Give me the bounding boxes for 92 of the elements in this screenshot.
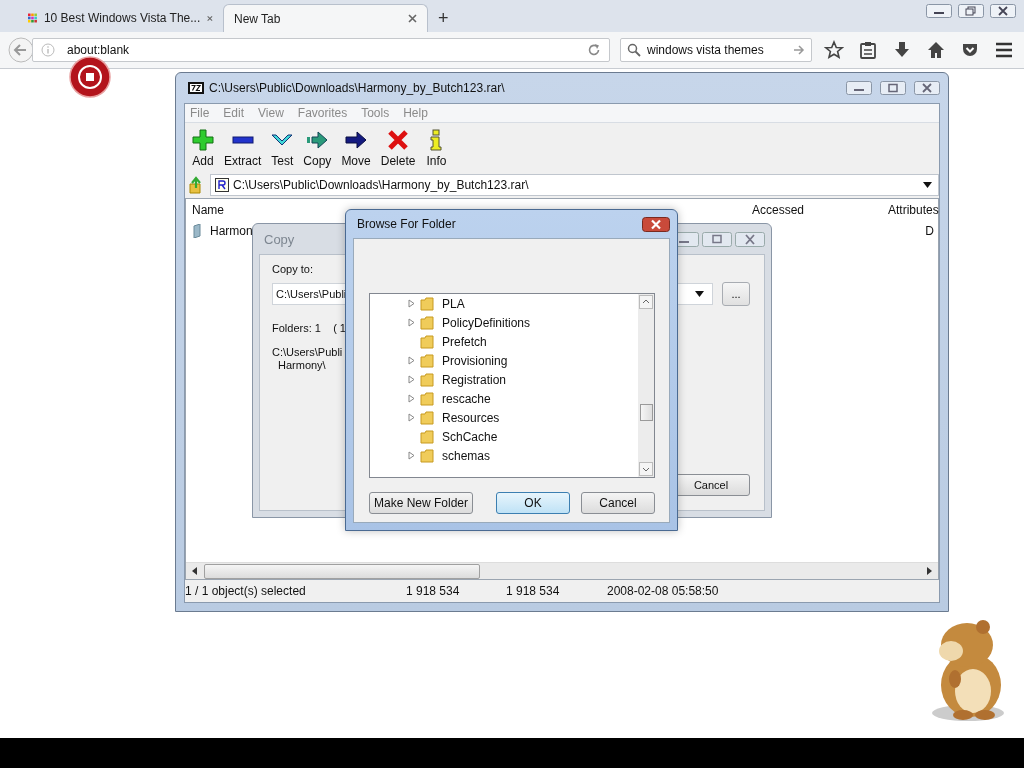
search-field[interactable]: windows vista themes	[620, 38, 812, 62]
window-title: C:\Users\Public\Downloads\Harmony_by_Butch123.rar\	[209, 81, 505, 95]
expand-icon[interactable]	[408, 318, 415, 327]
tree-item[interactable]: PLA	[442, 296, 465, 311]
folder-icon	[420, 353, 434, 368]
home-icon[interactable]	[926, 40, 946, 60]
expand-icon[interactable]	[408, 394, 415, 403]
table-cell: D	[925, 224, 934, 238]
status-text: 1 918 534	[506, 584, 560, 598]
reload-icon[interactable]	[587, 43, 601, 57]
maximize-icon[interactable]	[880, 81, 906, 95]
expand-icon[interactable]	[408, 413, 415, 422]
dialog-title: Browse For Folder	[357, 217, 456, 231]
arrow-icon	[306, 129, 329, 151]
browser-tab[interactable]: 10 Best Windows Vista The...	[18, 4, 223, 32]
dropdown-icon[interactable]	[695, 291, 704, 297]
close-icon[interactable]	[642, 216, 670, 232]
folder-icon	[420, 391, 434, 406]
toolbar-button[interactable]: Add	[187, 127, 219, 170]
tree-item[interactable]: Prefetch	[442, 334, 487, 349]
vertical-scrollbar[interactable]	[638, 294, 654, 477]
path-field[interactable]: C:\Users\Public\Downloads\Harmony_by_Butch123.rar\	[210, 174, 939, 196]
make-new-folder-button[interactable]: Make New Folder	[369, 492, 473, 514]
column-header[interactable]: Accessed	[752, 203, 805, 217]
scroll-up-icon[interactable]	[639, 295, 653, 309]
new-tab-button[interactable]: +	[428, 4, 459, 32]
arrow-icon	[345, 129, 368, 151]
delete-icon	[387, 129, 410, 151]
horizontal-scrollbar[interactable]	[186, 562, 938, 579]
tree-item[interactable]: schemas	[442, 448, 491, 463]
expand-icon[interactable]	[408, 451, 415, 460]
table-cell: Harmon	[210, 224, 253, 238]
toolbar-button[interactable]: Extract	[219, 127, 267, 170]
folders-count: Folders: 1 ( 1	[272, 322, 346, 334]
folder-icon	[420, 429, 434, 444]
toolbar-button[interactable]: Delete	[375, 127, 421, 170]
toolbar-button[interactable]: Test	[266, 127, 299, 170]
column-header[interactable]: Attributes	[888, 203, 939, 217]
scroll-down-icon[interactable]	[639, 462, 653, 476]
plus-icon	[192, 129, 214, 151]
status-text: 2008-02-08 05:58:50	[607, 584, 719, 598]
folder-icon	[420, 315, 434, 330]
status-text: 1 918 534	[406, 584, 460, 598]
status-text: 1 / 1 object(s) selected	[185, 584, 306, 598]
close-icon[interactable]	[408, 14, 417, 23]
browse-button[interactable]: ...	[722, 282, 750, 306]
archive-icon	[215, 178, 229, 192]
tree-item[interactable]: Registration	[442, 372, 507, 387]
menu-icon[interactable]	[994, 40, 1014, 60]
toolbar-button[interactable]: Move	[336, 127, 376, 170]
address-bar[interactable]: about:blank	[32, 38, 610, 62]
expand-icon[interactable]	[408, 375, 415, 384]
scrollbar-thumb[interactable]	[639, 404, 653, 421]
go-arrow-icon[interactable]	[793, 44, 805, 56]
tree-item[interactable]: Provisioning	[442, 353, 508, 368]
tree-item[interactable]: Resources	[442, 410, 500, 425]
star-icon[interactable]	[824, 40, 844, 60]
restore-icon[interactable]	[958, 4, 984, 18]
back-icon[interactable]	[8, 37, 34, 63]
folder-icon	[420, 410, 434, 425]
dropdown-icon[interactable]	[923, 182, 932, 188]
scroll-left-icon[interactable]	[192, 567, 198, 575]
field-label: Copy to:	[272, 263, 314, 275]
search-icon	[627, 43, 641, 57]
close-icon[interactable]	[914, 81, 940, 95]
close-icon[interactable]	[990, 4, 1016, 18]
maximize-icon[interactable]	[702, 231, 732, 247]
path-text: Harmony\	[278, 359, 326, 372]
grid-icon	[28, 11, 37, 25]
path-text: C:\Users\Publi	[272, 346, 343, 359]
cancel-button[interactable]: Cancel	[581, 492, 655, 514]
minimize-icon[interactable]	[846, 81, 872, 95]
app-logo-icon	[188, 82, 204, 94]
tree-item[interactable]: SchCache	[442, 429, 498, 444]
tree-item[interactable]: PolicyDefinitions	[442, 315, 531, 330]
toolbar-button[interactable]: Info	[420, 127, 453, 170]
scrollbar-thumb[interactable]	[204, 563, 480, 579]
toolbar-button[interactable]: Copy	[298, 127, 337, 170]
minimize-icon[interactable]	[926, 4, 952, 18]
folder-icon	[420, 296, 434, 311]
folder-icon	[420, 334, 434, 349]
ok-button[interactable]: OK	[496, 492, 570, 514]
clipboard-icon[interactable]	[858, 40, 878, 60]
browser-tab[interactable]: New Tab	[223, 4, 428, 32]
expand-icon[interactable]	[408, 356, 415, 365]
folder-icon	[420, 372, 434, 387]
expand-icon[interactable]	[408, 299, 415, 308]
dialog-title: Copy	[264, 231, 295, 247]
folder-icon	[420, 448, 434, 463]
scroll-right-icon[interactable]	[926, 567, 932, 575]
column-header[interactable]: Name	[192, 203, 224, 217]
tree-item[interactable]: rescache	[442, 391, 491, 406]
